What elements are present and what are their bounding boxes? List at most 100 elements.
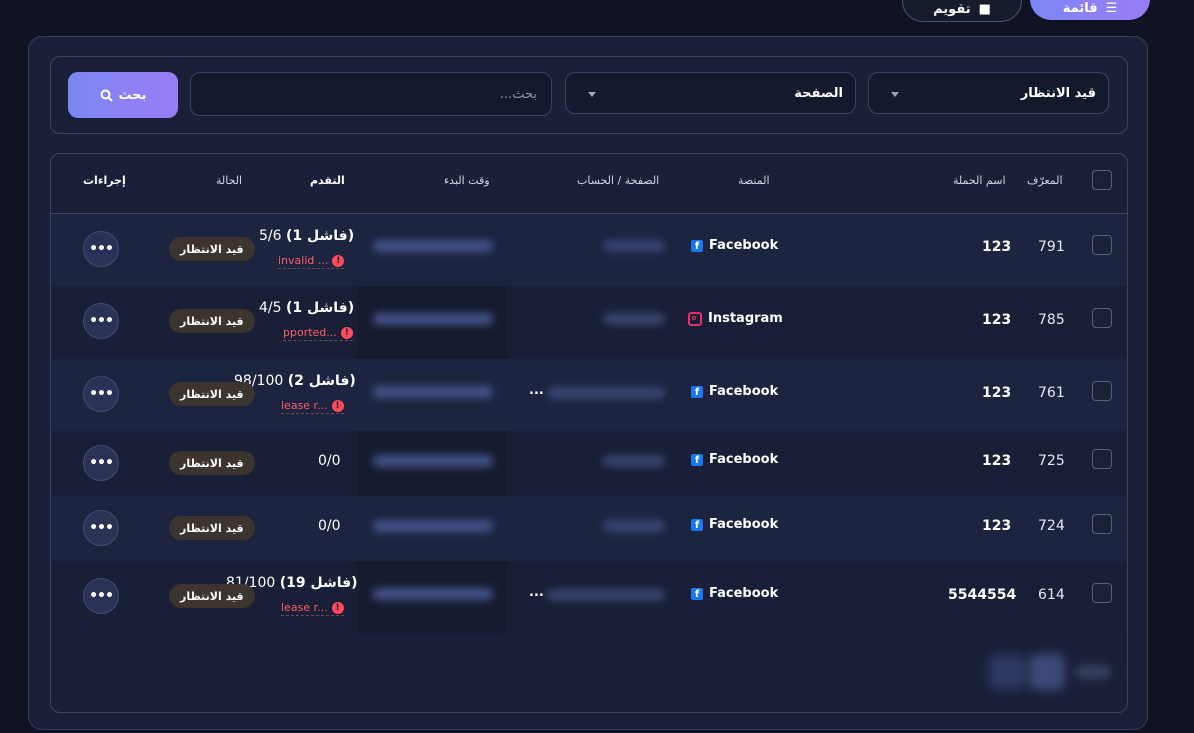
status-badge: قيد الانتظار [169,451,255,475]
page-account-redacted [547,387,665,399]
error-icon: ! [340,326,353,339]
page-account-redacted [547,589,665,601]
error-message[interactable]: lease r... ! [281,399,344,414]
row-actions-button[interactable]: ••• [83,231,119,267]
facebook-icon: f [691,453,703,466]
table-row[interactable]: 791 123 f Facebook 5/6 (1 فاشل) invalid … [51,214,1127,287]
calendar-view-label: تقويم [933,1,971,17]
search-input[interactable] [190,72,552,116]
header-progress: التقدم [310,174,345,187]
page-account-redacted [603,313,665,325]
table-row[interactable]: 724 123 f Facebook 0/0 قيد الانتظار ••• [51,496,1127,562]
calendar-view-button[interactable]: تقويم ■ [902,0,1022,22]
row-id: 761 [1038,385,1065,401]
facebook-icon: f [691,587,703,600]
page-account-redacted [603,520,665,532]
list-icon: ☰ [1105,0,1118,16]
list-view-button[interactable]: قائمة ☰ [1030,0,1150,20]
start-time-redacted [373,520,493,532]
campaign-name[interactable]: 123 [982,312,1011,328]
error-message[interactable]: invalid ... ! [278,254,345,269]
header-start-time: وقت البدء [444,174,490,187]
facebook-icon: f [691,239,703,252]
row-checkbox[interactable] [1092,514,1112,534]
start-time-redacted [373,455,493,467]
facebook-icon: f [691,385,703,398]
progress-failed: (2 فاشل) [287,373,356,389]
error-message[interactable]: pported... ! [283,326,353,341]
platform-cell: f Facebook [691,238,778,253]
search-button-label: بحث [118,87,147,103]
table-row[interactable]: 761 123 f Facebook ... 98/100 (2 فاشل) l… [51,359,1127,432]
progress-failed: (1 فاشل) [285,228,355,244]
pagination-info [1075,666,1111,678]
error-text: pported... [283,326,337,339]
row-id: 614 [1038,587,1065,603]
progress-text: 4/5 (1 فاشل) [259,300,354,316]
campaign-name[interactable]: 123 [982,385,1011,401]
search-button[interactable]: بحث [68,72,178,118]
platform-cell: f Facebook [691,452,778,467]
page-filter-select[interactable]: الصفحة [565,72,856,114]
start-time-redacted [373,588,493,600]
progress-value: 5/6 [259,228,282,244]
platform-name: Facebook [709,384,779,399]
row-id: 791 [1038,239,1065,255]
row-id: 724 [1038,518,1065,534]
error-text: invalid ... [278,254,329,267]
page-account-redacted [603,240,665,252]
platform-name: Facebook [709,452,779,467]
instagram-icon [688,311,702,326]
status-badge: قيد الانتظار [169,382,255,406]
row-actions-button[interactable]: ••• [83,445,119,481]
start-time-redacted [373,240,493,252]
campaign-name[interactable]: 5544554 [948,587,1016,603]
progress-failed: (19 فاشل) [279,575,358,591]
campaign-name[interactable]: 123 [982,518,1011,534]
facebook-icon: f [691,518,703,531]
row-checkbox[interactable] [1092,449,1112,469]
platform-cell: Instagram [688,311,783,326]
platform-cell: f Facebook [691,517,778,532]
platform-name: Facebook [709,238,779,253]
campaign-name[interactable]: 123 [982,239,1011,255]
start-time-redacted [373,386,493,398]
row-actions-button[interactable]: ••• [83,578,119,614]
campaigns-table: المعرّف اسم الحملة المنصة الصفحة / الحسا… [50,153,1128,713]
row-checkbox[interactable] [1092,583,1112,603]
status-badge: قيد الانتظار [169,237,255,261]
status-filter-select[interactable]: قيد الانتظار [868,72,1109,114]
header-actions: إجراءات [83,174,126,187]
status-badge: قيد الانتظار [169,309,255,333]
error-message[interactable]: lease r... ! [281,601,344,616]
list-view-label: قائمة [1062,0,1098,16]
calendar-icon: ■ [978,1,991,17]
header-page-account: الصفحة / الحساب [577,174,660,187]
progress-value: 0/0 [318,453,341,469]
pagination-page-button[interactable] [989,654,1025,690]
table-row[interactable]: 785 123 Instagram 4/5 (1 فاشل) pported..… [51,286,1127,360]
table-row[interactable]: 614 5544554 f Facebook ... 81/100 (19 فا… [51,561,1127,633]
table-row[interactable]: 725 123 f Facebook 0/0 قيد الانتظار ••• [51,431,1127,497]
row-checkbox[interactable] [1092,308,1112,328]
page-account-overflow: ... [529,585,544,600]
platform-cell: f Facebook [691,384,778,399]
progress-value: 4/5 [259,300,282,316]
platform-name: Instagram [708,311,783,326]
platform-name: Facebook [709,586,779,601]
pagination-page-button[interactable] [1029,654,1065,690]
row-actions-button[interactable]: ••• [83,303,119,339]
row-actions-button[interactable]: ••• [83,510,119,546]
progress-failed: (1 فاشل) [285,300,355,316]
row-checkbox[interactable] [1092,235,1112,255]
error-icon: ! [331,601,344,614]
campaign-name[interactable]: 123 [982,453,1011,469]
row-actions-button[interactable]: ••• [83,376,119,412]
chevron-down-icon [891,92,899,97]
error-text: lease r... [281,399,328,412]
row-checkbox[interactable] [1092,381,1112,401]
status-badge: قيد الانتظار [169,584,255,608]
table-header: المعرّف اسم الحملة المنصة الصفحة / الحسا… [51,154,1127,214]
status-badge: قيد الانتظار [169,516,255,540]
select-all-checkbox[interactable] [1092,170,1112,190]
